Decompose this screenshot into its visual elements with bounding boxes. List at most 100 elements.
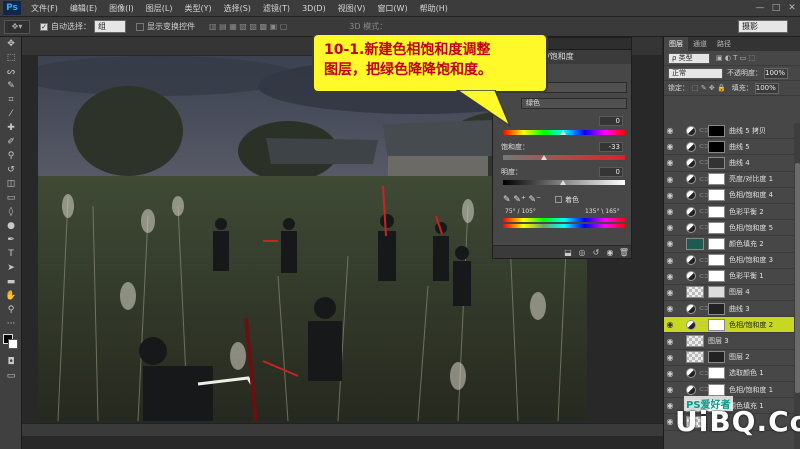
layer-mask-thumbnail[interactable] — [708, 189, 725, 202]
saturation-value-input[interactable]: -33 — [599, 142, 623, 152]
menu-image[interactable]: 图像(I) — [103, 3, 140, 14]
lightness-value-input[interactable]: 0 — [599, 167, 623, 177]
brush-tool-icon[interactable]: ✐ — [0, 135, 22, 149]
mask-link-icon[interactable]: ⊂⊃ — [699, 321, 709, 328]
tab-layers[interactable]: 图层 — [664, 37, 688, 51]
color-swatches[interactable] — [0, 331, 21, 355]
mask-link-icon[interactable]: ⊂⊃ — [699, 305, 709, 312]
align-icons[interactable]: ▥ ▤ ▦ ▧ ▨ ▩ ▣ ▢ — [209, 22, 287, 31]
layer-row[interactable]: ◉ 图层 2 — [664, 350, 794, 366]
eye-icon[interactable]: ◉ — [664, 286, 676, 298]
layer-row[interactable]: ◉ ⊂⊃ 色相/饱和度 2 — [664, 317, 794, 334]
menu-file[interactable]: 文件(F) — [25, 3, 64, 14]
tab-channels[interactable]: 通道 — [688, 37, 712, 51]
eye-icon[interactable]: ◉ — [664, 125, 676, 137]
menu-view[interactable]: 视图(V) — [332, 3, 372, 14]
layer-mask-thumbnail[interactable] — [708, 173, 725, 186]
layer-mask-thumbnail[interactable] — [708, 254, 725, 267]
layer-mask-thumbnail[interactable] — [708, 367, 725, 380]
layer-row[interactable]: ◉ ⊂⊃ 曲线 5 — [664, 139, 794, 156]
eyedropper-tool-icon[interactable]: ⁄ — [0, 107, 22, 121]
layer-mask-thumbnail[interactable] — [708, 351, 725, 364]
quick-mask-icon[interactable]: ◘ — [0, 355, 22, 369]
blend-mode-dropdown[interactable]: 正常 — [668, 67, 723, 79]
layer-row[interactable]: ◉ 颜色填充 2 — [664, 236, 794, 253]
path-select-tool-icon[interactable]: ➤ — [0, 261, 22, 275]
hue-slider-knob[interactable] — [560, 130, 566, 135]
pen-tool-icon[interactable]: ✒ — [0, 233, 22, 247]
lasso-tool-icon[interactable]: ᔕ — [0, 65, 22, 79]
crop-tool-icon[interactable]: ⌗ — [0, 93, 22, 107]
layer-mask-thumbnail[interactable] — [708, 237, 725, 250]
workspace-dropdown[interactable]: 摄影 — [738, 20, 788, 33]
layer-row[interactable]: ◉ ⊂⊃ 选取颜色 1 — [664, 366, 794, 382]
layer-row[interactable]: ◉ ⊂⊃ 色相/饱和度 5 — [664, 220, 794, 237]
layer-mask-thumbnail[interactable] — [708, 221, 725, 234]
colorize-checkbox[interactable] — [555, 196, 562, 203]
marquee-tool-icon[interactable]: ⬚ — [0, 51, 22, 65]
layer-row[interactable]: ◉ ⊂⊃ 色彩平衡 2 — [664, 204, 794, 221]
eye-icon[interactable]: ◉ — [664, 173, 676, 185]
type-tool-icon[interactable]: T — [0, 247, 22, 261]
auto-select-checkbox[interactable]: ✓ — [40, 22, 48, 31]
eye-icon[interactable]: ◉ — [664, 384, 676, 396]
hand-tool-icon[interactable]: ✋ — [0, 289, 22, 303]
layers-scrollbar[interactable] — [794, 123, 800, 449]
layer-mask-thumbnail[interactable] — [708, 124, 725, 137]
close-button[interactable]: ✕ — [784, 1, 800, 15]
quick-select-tool-icon[interactable]: ✎ — [0, 79, 22, 93]
saturation-slider-track[interactable] — [503, 155, 625, 160]
menu-3d[interactable]: 3D(D) — [296, 4, 332, 13]
reset-icon[interactable]: ↺ — [589, 247, 603, 258]
menu-filter[interactable]: 滤镜(T) — [257, 3, 296, 14]
clip-to-layer-icon[interactable]: ⬓ — [561, 247, 575, 258]
mask-link-icon[interactable]: ⊂⊃ — [699, 159, 709, 166]
eye-icon[interactable]: ◉ — [664, 367, 676, 379]
mask-link-icon[interactable]: ⊂⊃ — [699, 127, 709, 134]
mask-link-icon[interactable]: ⊂⊃ — [699, 143, 709, 150]
layer-mask-thumbnail[interactable] — [708, 302, 725, 315]
shape-tool-icon[interactable]: ▬ — [0, 275, 22, 289]
eye-icon[interactable]: ◉ — [664, 222, 676, 234]
layer-kind-filter[interactable]: ρ 类型 — [668, 52, 710, 64]
layer-row[interactable]: ◉ ⊂⊃ 色彩平衡 1 — [664, 269, 794, 285]
saturation-slider-knob[interactable] — [541, 155, 547, 160]
eye-icon[interactable]: ◉ — [664, 351, 676, 363]
hue-value-input[interactable]: 0 — [599, 116, 623, 126]
zoom-tool-icon[interactable]: ⚲ — [0, 303, 22, 317]
layer-row[interactable]: ◉ ⊂⊃ 曲线 5 拷贝 — [664, 123, 794, 140]
mask-link-icon[interactable]: ⊂⊃ — [699, 176, 709, 183]
eraser-tool-icon[interactable]: ◫ — [0, 177, 22, 191]
channel-dropdown[interactable]: 绿色 — [521, 98, 627, 109]
layer-mask-thumbnail[interactable] — [708, 156, 725, 169]
eye-icon[interactable]: ◉ — [664, 238, 676, 250]
eye-icon[interactable]: ◉ — [664, 303, 676, 315]
visibility-icon[interactable]: ◉ — [603, 247, 617, 258]
eye-icon[interactable]: ◉ — [664, 141, 676, 153]
layer-mask-thumbnail[interactable] — [708, 270, 725, 283]
screen-mode-icon[interactable]: ▭ — [0, 369, 22, 383]
tab-paths[interactable]: 路径 — [712, 37, 736, 51]
eyedropper-icons[interactable]: ✎ ✎⁺ ✎⁻ — [503, 195, 541, 205]
mask-link-icon[interactable]: ⊂⊃ — [699, 370, 709, 377]
layer-row[interactable]: ◉ 图层 4 — [664, 285, 794, 302]
menu-type[interactable]: 类型(Y) — [178, 3, 217, 14]
layer-mask-thumbnail[interactable] — [708, 140, 725, 153]
mask-link-icon[interactable]: ⊂⊃ — [699, 208, 709, 215]
mask-link-icon[interactable]: ⊂⊃ — [699, 386, 709, 393]
fill-input[interactable]: 100% — [754, 82, 779, 94]
eye-icon[interactable]: ◉ — [664, 254, 676, 266]
mask-link-icon[interactable]: ⊂⊃ — [699, 192, 709, 199]
eye-icon[interactable]: ◉ — [664, 206, 676, 218]
menu-help[interactable]: 帮助(H) — [414, 3, 454, 14]
layer-row[interactable]: ◉ ⊂⊃ 色相/饱和度 4 — [664, 188, 794, 204]
menu-window[interactable]: 窗口(W) — [371, 3, 413, 14]
healing-tool-icon[interactable]: ✚ — [0, 121, 22, 135]
eye-icon[interactable]: ◉ — [664, 335, 676, 347]
background-color-swatch[interactable] — [8, 339, 18, 349]
mask-link-icon[interactable]: ⊂⊃ — [699, 273, 709, 280]
layers-scrollbar-thumb[interactable] — [795, 163, 800, 393]
eye-icon[interactable]: ◉ — [664, 319, 676, 331]
more-tools-icon[interactable]: ··· — [0, 317, 22, 331]
blur-tool-icon[interactable]: ◊ — [0, 205, 22, 219]
